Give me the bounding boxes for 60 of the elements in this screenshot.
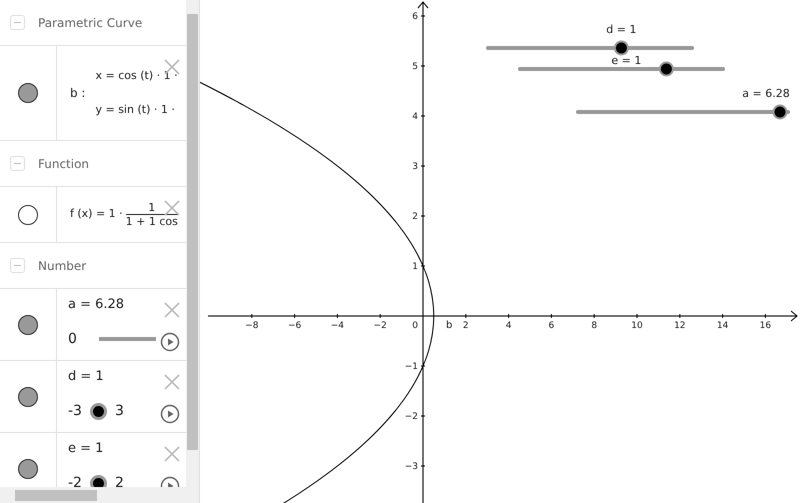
x-tick-label: 2: [462, 321, 469, 331]
slider-label: e = 1: [611, 54, 642, 67]
slider-label: a = 6.28: [68, 296, 124, 314]
numerator-text: 1: [148, 200, 156, 214]
x-tick-label: −2: [374, 321, 387, 331]
slider-thumb[interactable]: [658, 62, 674, 76]
y-tick-label: 4: [412, 112, 418, 122]
group-title: Function: [38, 156, 90, 172]
slider-track[interactable]: [98, 337, 156, 341]
x-tick-label: 14: [716, 321, 728, 331]
y-tick-label: 3: [412, 162, 418, 172]
visibility-toggle[interactable]: [18, 204, 38, 224]
slider-min: 0: [68, 330, 77, 348]
x-tick-label: 6: [548, 321, 554, 331]
slider-label: a = 6.28: [742, 87, 790, 100]
visibility-toggle[interactable]: [18, 386, 38, 406]
curve-label: b: [446, 320, 452, 331]
slider-label: d = 1: [68, 368, 104, 386]
slider-max: 3: [114, 402, 124, 420]
slider-track[interactable]: [576, 104, 790, 120]
y-tick-label: −3: [404, 462, 418, 472]
group-title: Number: [38, 258, 86, 274]
slider-thumb[interactable]: [90, 402, 107, 420]
x-tick-label: 10: [631, 321, 643, 331]
slider-thumb[interactable]: [772, 104, 788, 120]
slider-min: -2: [68, 474, 82, 487]
function-text: f (x) = 1 ·: [70, 206, 123, 222]
y-tick-label: 5: [412, 62, 418, 72]
horizontal-scrollbar[interactable]: [0, 487, 199, 503]
denominator-text: 1 + 1 cos: [126, 214, 178, 228]
vertical-scrollbar[interactable]: [186, 0, 199, 487]
x-tick-label: 16: [760, 321, 772, 331]
x-tick-label: −4: [330, 321, 344, 331]
y-tick-label: 6: [412, 12, 418, 22]
group-title: Parametric Curve: [38, 14, 142, 32]
x-tick-label: −8: [245, 321, 258, 331]
x-tick-label: 12: [674, 321, 686, 331]
origin-label: 0: [412, 321, 418, 331]
y-tick-label: −1: [404, 362, 418, 372]
slider-label: d = 1: [606, 23, 636, 36]
curve-name: b :: [70, 85, 86, 102]
y-tick-label: 1: [412, 262, 418, 272]
slider-track[interactable]: [486, 40, 694, 56]
slider-thumb[interactable]: [614, 40, 629, 56]
slider-min: -3: [68, 402, 82, 420]
close-icon[interactable]: [163, 199, 181, 217]
visibility-toggle[interactable]: [18, 314, 38, 334]
x-tick-label: 4: [506, 321, 512, 331]
play-icon[interactable]: [160, 332, 180, 352]
x-tick-label: 8: [591, 321, 598, 331]
x-tick-label: −6: [288, 321, 302, 331]
play-icon[interactable]: [160, 404, 180, 424]
y-tick-label: 2: [412, 212, 418, 222]
visibility-toggle[interactable]: [18, 458, 38, 478]
slider-label: e = 1: [68, 440, 104, 458]
y-tick-label: −2: [404, 412, 418, 422]
slider-thumb[interactable]: [90, 474, 107, 487]
equation-text: y = sin (t) · 1 ·: [95, 102, 176, 118]
visibility-toggle[interactable]: [18, 83, 38, 103]
slider-max: 2: [114, 474, 124, 487]
